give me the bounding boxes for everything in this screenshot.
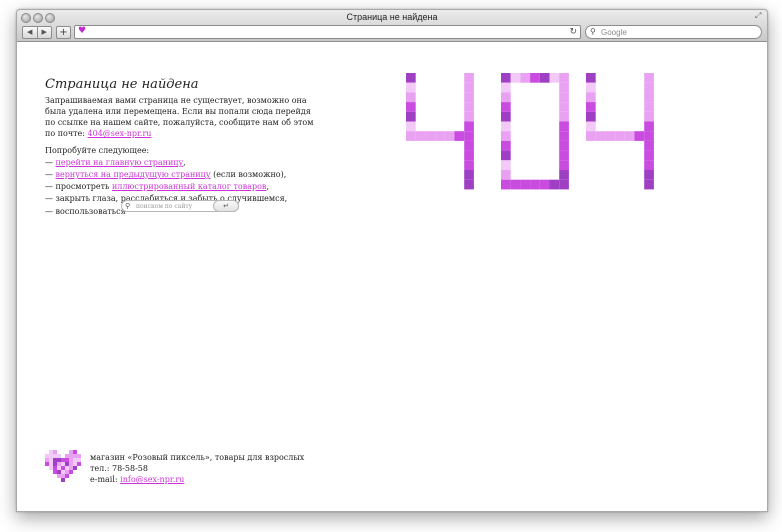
suggestion-back: — вернуться на предыдущую страницу (если… [45,170,286,179]
search-icon: ⚲ [125,202,131,210]
previous-page-link[interactable]: вернуться на предыдущую страницу [56,170,211,179]
dash-prefix: — просмотреть [45,182,112,191]
page-content: Страница не найдена Запрашиваемая вами с… [17,42,767,511]
heart-logo-icon [45,450,81,482]
search-submit-button[interactable]: ↵ [213,200,239,212]
browser-search-field[interactable]: ⚲ [585,25,762,39]
footer-store-name: магазин «Розовый пиксель», товары для вз… [90,453,305,462]
site-search-input[interactable] [136,202,218,210]
intro-text: Запрашиваемая вами страница не существуе… [45,96,314,138]
browser-search-input[interactable] [601,27,751,37]
item-suffix: , [266,182,269,191]
back-arrow-icon[interactable]: ◀ [23,27,38,38]
site-search-field[interactable]: ⚲ ↵ [121,200,239,212]
footer-email-link[interactable]: info@sex-npr.ru [120,475,184,484]
dash-prefix: — [45,170,56,179]
search-icon: ⚲ [590,27,596,36]
page-title: Страница не найдена [45,77,199,92]
suggestion-catalog: — просмотреть иллюстрированный каталог т… [45,182,269,191]
dash-prefix: — [45,158,56,167]
footer-email-label: e-mail: [90,475,121,484]
try-heading: Попробуйте следующее: [45,146,150,155]
add-bookmark-button[interactable]: + [56,26,71,39]
suggestion-home: — перейти на главную страницу, [45,158,186,167]
item-suffix: , [183,158,186,167]
fullscreen-icon[interactable]: ⤢ [755,12,764,20]
browser-toolbar: Страница не найдена ⤢ ◀ ▶ + ♥ ↻ ⚲ [17,10,767,42]
intro-email-link[interactable]: 404@sex-npr.ru [88,129,152,138]
back-forward-group: ◀ ▶ [22,26,52,39]
catalog-link[interactable]: иллюстрированный каталог товаров [112,182,267,191]
browser-window: Страница не найдена ⤢ ◀ ▶ + ♥ ↻ ⚲ Страни… [16,9,768,512]
address-bar[interactable]: ♥ ↻ [74,25,581,39]
window-title: Страница не найдена [346,12,438,22]
footer-email-line: e-mail: info@sex-npr.ru [90,474,304,485]
footer-info: магазин «Розовый пиксель», товары для вз… [90,452,304,485]
intro-paragraph: Запрашиваемая вами страница не существуе… [45,95,320,139]
footer-phone: тел.: 78-58-58 [90,464,148,473]
reload-icon[interactable]: ↻ [569,26,577,38]
error-404-pixel-graphic: 404 [406,73,654,190]
suggestion-search: — воспользоваться [45,207,126,216]
heart-favicon-icon: ♥ [78,26,87,36]
home-page-link[interactable]: перейти на главную страницу [56,158,184,167]
forward-arrow-icon[interactable]: ▶ [38,27,52,38]
item-suffix: (если возможно), [210,170,287,179]
